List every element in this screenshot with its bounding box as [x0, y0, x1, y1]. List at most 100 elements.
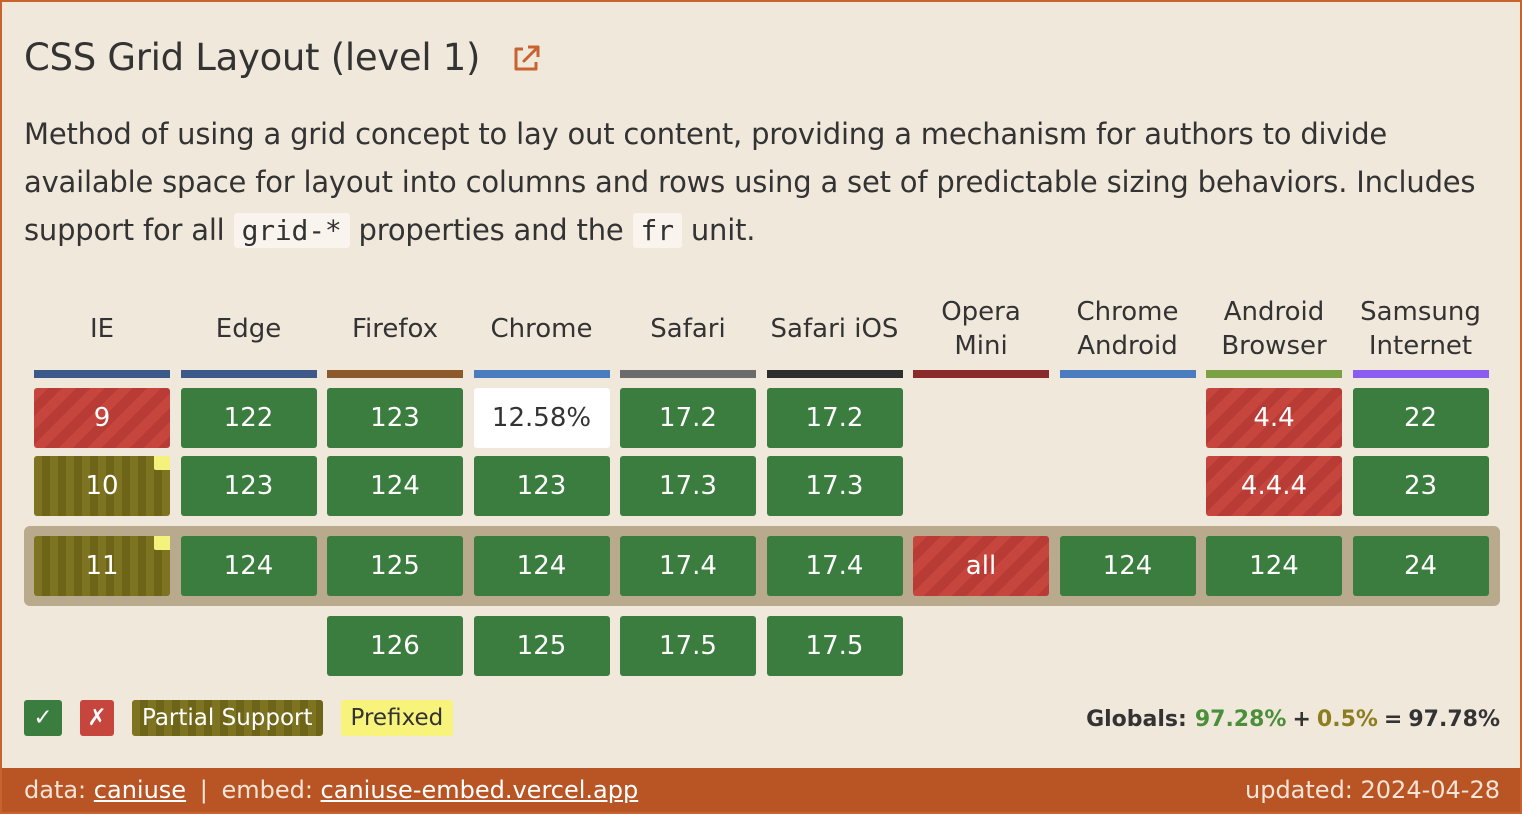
version-cell-android-browser[interactable]: 4.4.4	[1206, 456, 1342, 516]
footer-data-label: data:	[24, 776, 87, 804]
version-label: 17.4	[659, 551, 717, 581]
note-flag-icon	[154, 456, 170, 470]
legend-prefixed: Prefixed	[340, 700, 454, 736]
version-label: 22	[1403, 403, 1438, 433]
version-cell-safari[interactable]: 17.4	[620, 536, 756, 596]
version-cell-chrome[interactable]: 125	[473, 616, 610, 676]
browser-color-bar-chrome-android	[1059, 370, 1196, 378]
browser-color-bar-safari-ios	[766, 370, 903, 378]
browser-color-bar-android-browser	[1206, 370, 1342, 378]
version-cell-edge[interactable]: 122	[180, 388, 317, 448]
note-flag-icon	[154, 536, 170, 550]
browser-color-bar-opera-mini	[913, 370, 1049, 378]
globals-label: Globals:	[1086, 706, 1187, 732]
version-label: 124	[516, 551, 567, 581]
version-cell-ie[interactable]: 9	[34, 388, 170, 448]
version-label: 9	[93, 403, 111, 433]
footer-separator: |	[199, 776, 208, 804]
version-label: 17.2	[805, 403, 864, 433]
version-cell-samsung-internet[interactable]: 24	[1352, 536, 1489, 596]
version-cell-chrome[interactable]: 12.58%	[473, 388, 610, 448]
version-label: 124	[370, 471, 420, 501]
footer-embed-label: embed:	[221, 776, 313, 804]
version-label: 124	[223, 551, 274, 581]
browser-color-bar-chrome	[473, 370, 610, 378]
version-cell-firefox[interactable]: 124	[327, 456, 463, 516]
version-cell-android-browser[interactable]: 4.4	[1206, 388, 1342, 448]
legend-unsupported: ✗	[80, 700, 114, 736]
version-label: 12.58%	[491, 403, 592, 433]
version-label: 17.5	[659, 631, 717, 661]
embed-link[interactable]: caniuse-embed.vercel.app	[321, 776, 639, 804]
version-cell-safari-ios[interactable]: 17.5	[766, 616, 903, 676]
version-cell-android-browser[interactable]: 124	[1206, 536, 1342, 596]
version-label: 124	[1102, 551, 1153, 581]
version-cell-chrome[interactable]: 123	[473, 456, 610, 516]
legend-partial-support: Partial Support	[132, 700, 323, 736]
version-label: 126	[370, 631, 420, 661]
caniuse-embed-card: CSS Grid Layout (level 1) Method of usin…	[0, 0, 1522, 814]
version-label: 123	[223, 471, 274, 501]
version-cell-ie[interactable]: 11	[34, 536, 170, 596]
version-cell-ie[interactable]: 10	[34, 456, 170, 516]
legend: ✓ ✗ Partial Support Prefixed	[24, 700, 454, 736]
version-cell-safari-ios[interactable]: 17.2	[766, 388, 903, 448]
version-cell-chrome[interactable]: 124	[473, 536, 610, 596]
global-usage: Globals: 97.28% + 0.5% = 97.78%	[1086, 702, 1500, 736]
browser-color-bar-firefox	[327, 370, 463, 378]
version-label: 11	[85, 551, 119, 581]
browser-header-chrome: Chrome	[490, 314, 593, 344]
version-cell-samsung-internet[interactable]: 22	[1352, 388, 1489, 448]
browser-header-chrome-android: Chrome Android	[1076, 297, 1179, 361]
version-label: 4.4.4	[1240, 471, 1308, 501]
version-label: 4.4	[1253, 403, 1295, 433]
version-label: 23	[1403, 471, 1438, 501]
globals-partial-support: 0.5%	[1316, 706, 1378, 732]
footer-updated: updated: 2024-04-28	[1245, 776, 1500, 804]
browser-header-ie: IE	[89, 314, 115, 344]
browser-header-safari-ios: Safari iOS	[770, 314, 899, 344]
version-cell-safari[interactable]: 17.2	[620, 388, 756, 448]
globals-full-support: 97.28%	[1194, 706, 1287, 732]
version-cell-edge[interactable]: 123	[180, 456, 317, 516]
version-label: all	[965, 551, 997, 581]
footer-credits: data: caniuse | embed: caniuse-embed.ver…	[24, 776, 638, 804]
globals-equals: =	[1383, 706, 1403, 732]
version-cell-firefox[interactable]: 123	[327, 388, 463, 448]
browser-header-edge: Edge	[215, 314, 282, 344]
browser-color-bar-ie	[34, 370, 170, 378]
browser-header-android-browser: Android Browser	[1221, 297, 1327, 361]
version-label: 17.4	[805, 551, 864, 581]
version-label: 123	[370, 403, 420, 433]
version-label: 122	[223, 403, 274, 433]
version-label: 125	[370, 551, 420, 581]
legend-supported: ✓	[24, 700, 62, 736]
version-label: 17.5	[805, 631, 864, 661]
version-cell-safari[interactable]: 17.3	[620, 456, 756, 516]
version-cell-safari-ios[interactable]: 17.4	[766, 536, 903, 596]
version-label: 124	[1249, 551, 1299, 581]
version-label: 17.3	[805, 471, 864, 501]
version-label: 17.2	[659, 403, 717, 433]
version-cell-safari-ios[interactable]: 17.3	[766, 456, 903, 516]
version-cell-samsung-internet[interactable]: 23	[1352, 456, 1489, 516]
version-cell-firefox[interactable]: 126	[327, 616, 463, 676]
version-cell-edge[interactable]: 124	[180, 536, 317, 596]
version-cell-firefox[interactable]: 125	[327, 536, 463, 596]
version-label: 17.3	[659, 471, 717, 501]
version-label: 24	[1403, 551, 1438, 581]
caniuse-link[interactable]: caniuse	[94, 776, 186, 804]
version-cell-opera-mini[interactable]: all	[913, 536, 1049, 596]
browser-color-bar-safari	[620, 370, 756, 378]
support-table: IE 9 10 11 Edge 122 123 124 Firefox 123 124 125 126 C…	[2, 2, 1520, 702]
browser-color-bar-edge	[180, 370, 317, 378]
footer: data: caniuse | embed: caniuse-embed.ver…	[2, 768, 1520, 812]
browser-header-safari: Safari	[650, 314, 726, 344]
version-label: 125	[516, 631, 567, 661]
version-cell-safari[interactable]: 17.5	[620, 616, 756, 676]
version-cell-chrome-android[interactable]: 124	[1059, 536, 1196, 596]
browser-header-firefox: Firefox	[351, 314, 439, 344]
globals-total: 97.78%	[1408, 706, 1500, 732]
version-label: 10	[85, 471, 119, 501]
browser-header-samsung-internet: Samsung Internet	[1360, 297, 1481, 361]
